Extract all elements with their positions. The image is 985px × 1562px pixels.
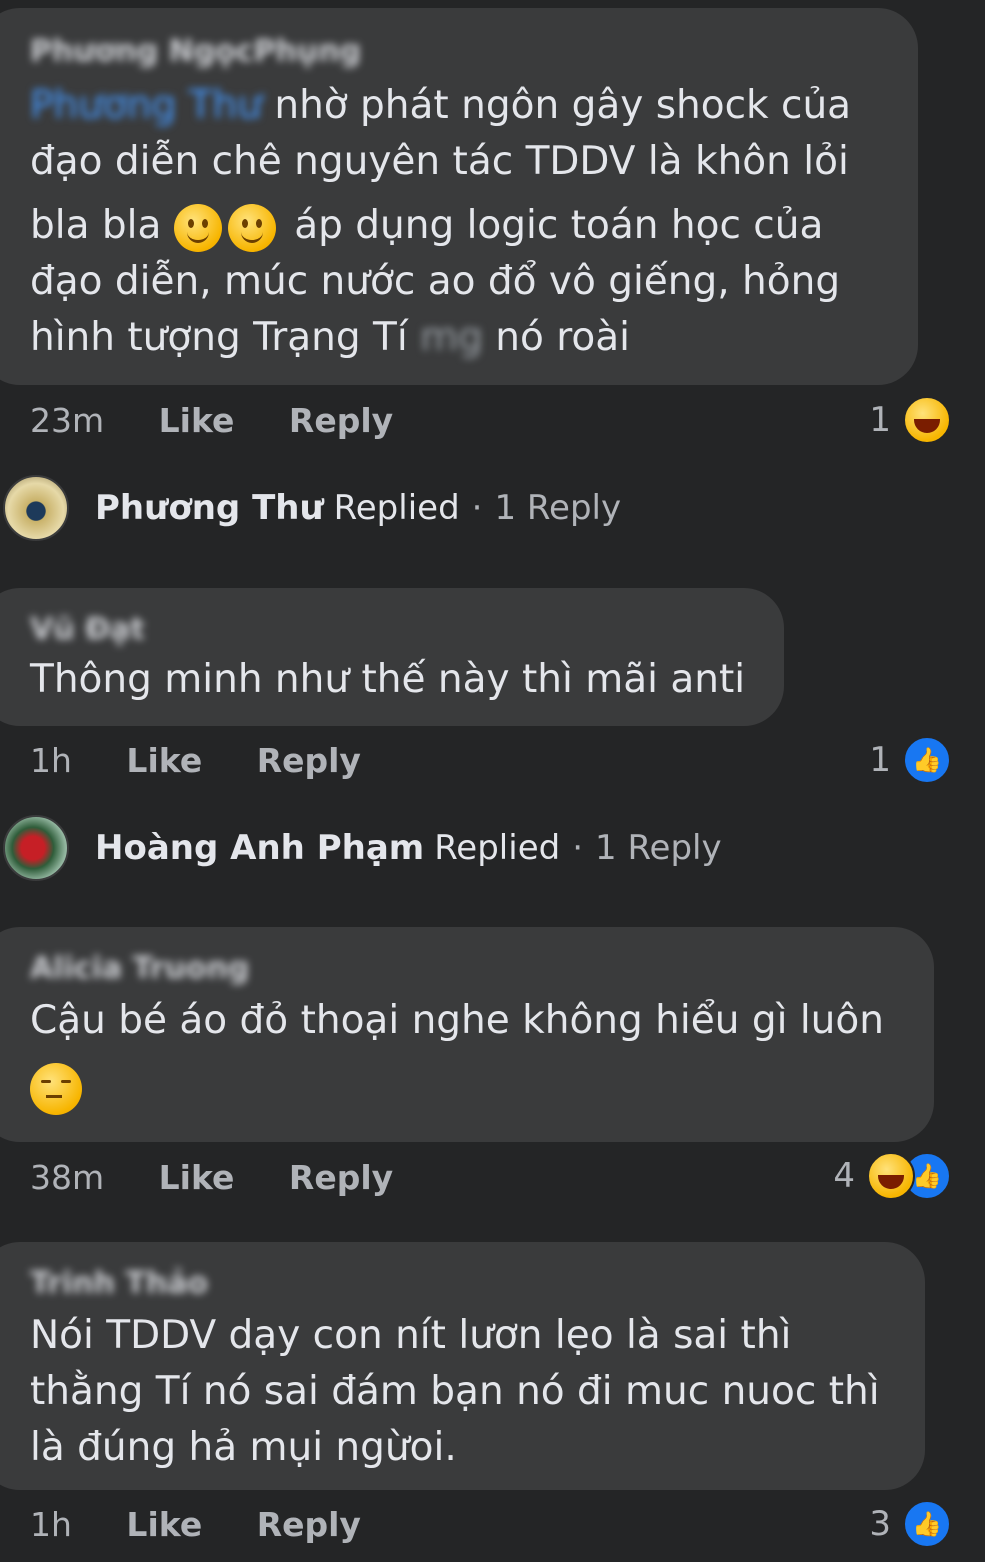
- comment-bubble: Trinh Thảo Nói TDDV dạy con nít lươn lẹo…: [0, 1242, 925, 1490]
- comment-line: là đúng hả mụi ngừoi.: [30, 1425, 457, 1470]
- thumbs-up-icon: 👍: [903, 1500, 951, 1548]
- reaction-count: 1: [869, 740, 891, 780]
- comment-bubble: Phương NgọcPhụng Phương Thư nhờ phát ngô…: [0, 8, 918, 385]
- comment-actions: 1h Like Reply: [30, 741, 405, 780]
- comment-line: đạo diễn, múc nước ao đổ vô giếng, hỏng: [30, 259, 841, 304]
- comment-line: hình tượng Trạng Tí mg nó roài: [30, 315, 630, 360]
- comment-bubble: Alicia Truong Cậu bé áo đỏ thoại nghe kh…: [0, 927, 934, 1142]
- reaction-count: 1: [869, 400, 891, 440]
- replied-label: Replied: [434, 828, 561, 868]
- comment-line: thằng Tí nó sai đám bạn nó đi muc nuoc t…: [30, 1369, 880, 1414]
- comment-author[interactable]: Phương NgọcPhụng: [30, 34, 361, 69]
- comment-line: bla bla áp dụng logic toán học của: [30, 198, 894, 254]
- slightly-smiling-face-icon: [227, 203, 276, 252]
- timestamp: 1h: [30, 741, 72, 780]
- comment-text: Cậu bé áo đỏ thoại nghe không hiểu gì lu…: [30, 993, 910, 1115]
- comment-actions: 23m Like Reply: [30, 401, 437, 440]
- avatar: [3, 475, 69, 541]
- reply-count: 1 Reply: [595, 828, 722, 868]
- avatar: [3, 815, 69, 881]
- laughing-face-icon: [867, 1152, 915, 1200]
- comment-line: Cậu bé áo đỏ thoại nghe không hiểu gì lu…: [30, 998, 884, 1043]
- laughing-face-icon: [903, 396, 951, 444]
- comment-bubble: Vũ Đạt Thông minh như thế này thì mãi an…: [0, 588, 784, 726]
- comment-text: Thông minh như thế này thì mãi anti: [30, 652, 760, 708]
- blurred-word: mg: [420, 315, 483, 360]
- comment-text: Nói TDDV dạy con nít lươn lẹo là sai thì…: [30, 1308, 901, 1476]
- replied-row[interactable]: Phương Thư Replied · 1 Reply: [0, 473, 985, 543]
- timestamp: 23m: [30, 401, 105, 440]
- thumbs-up-icon: 👍: [903, 736, 951, 784]
- unamused-face-icon: [30, 1062, 82, 1115]
- comment-line: đạo diễn chê nguyên tác TDDV là khôn lỏi: [30, 139, 849, 184]
- reaction-summary[interactable]: 1: [869, 396, 951, 444]
- reaction-summary[interactable]: 3 👍: [869, 1500, 951, 1548]
- like-button[interactable]: Like: [159, 401, 235, 440]
- comment-line: [30, 1059, 910, 1115]
- comment-line: Nói TDDV dạy con nít lươn lẹo là sai thì: [30, 1313, 792, 1358]
- reply-button[interactable]: Reply: [257, 1505, 361, 1544]
- comment-author[interactable]: Vũ Đạt: [30, 612, 145, 647]
- reply-count: 1 Reply: [494, 488, 622, 528]
- comment-line: Thông minh như thế này thì mãi anti: [30, 657, 746, 702]
- reply-button[interactable]: Reply: [257, 741, 361, 780]
- reply-button[interactable]: Reply: [289, 1158, 393, 1197]
- reaction-count: 3: [869, 1504, 891, 1544]
- comment-actions: 1h Like Reply: [30, 1505, 405, 1544]
- timestamp: 38m: [30, 1158, 105, 1197]
- comment-line: Phương Thư nhờ phát ngôn gây shock của: [30, 83, 852, 128]
- reply-author: Hoàng Anh Phạm: [95, 828, 425, 868]
- comment-author[interactable]: Alicia Truong: [30, 951, 249, 986]
- reaction-summary[interactable]: 4 👍: [833, 1152, 951, 1200]
- reaction-summary[interactable]: 1 👍: [869, 736, 951, 784]
- reply-button[interactable]: Reply: [289, 401, 393, 440]
- replied-label: Replied: [333, 488, 460, 528]
- comment-actions: 38m Like Reply: [30, 1158, 437, 1197]
- slightly-smiling-face-icon: [173, 203, 222, 252]
- reply-author: Phương Thư: [95, 488, 324, 528]
- like-button[interactable]: Like: [159, 1158, 235, 1197]
- reaction-count: 4: [833, 1156, 855, 1196]
- mention-link[interactable]: Phương Thư: [30, 83, 262, 128]
- replied-row[interactable]: Hoàng Anh Phạm Replied · 1 Reply: [0, 813, 985, 883]
- timestamp: 1h: [30, 1505, 72, 1544]
- comment-author[interactable]: Trinh Thảo: [30, 1266, 208, 1301]
- comment-text: Phương Thư nhờ phát ngôn gây shock của đ…: [30, 78, 894, 366]
- like-button[interactable]: Like: [126, 1505, 202, 1544]
- like-button[interactable]: Like: [126, 741, 202, 780]
- separator-dot: ·: [471, 488, 483, 528]
- separator-dot: ·: [572, 828, 584, 868]
